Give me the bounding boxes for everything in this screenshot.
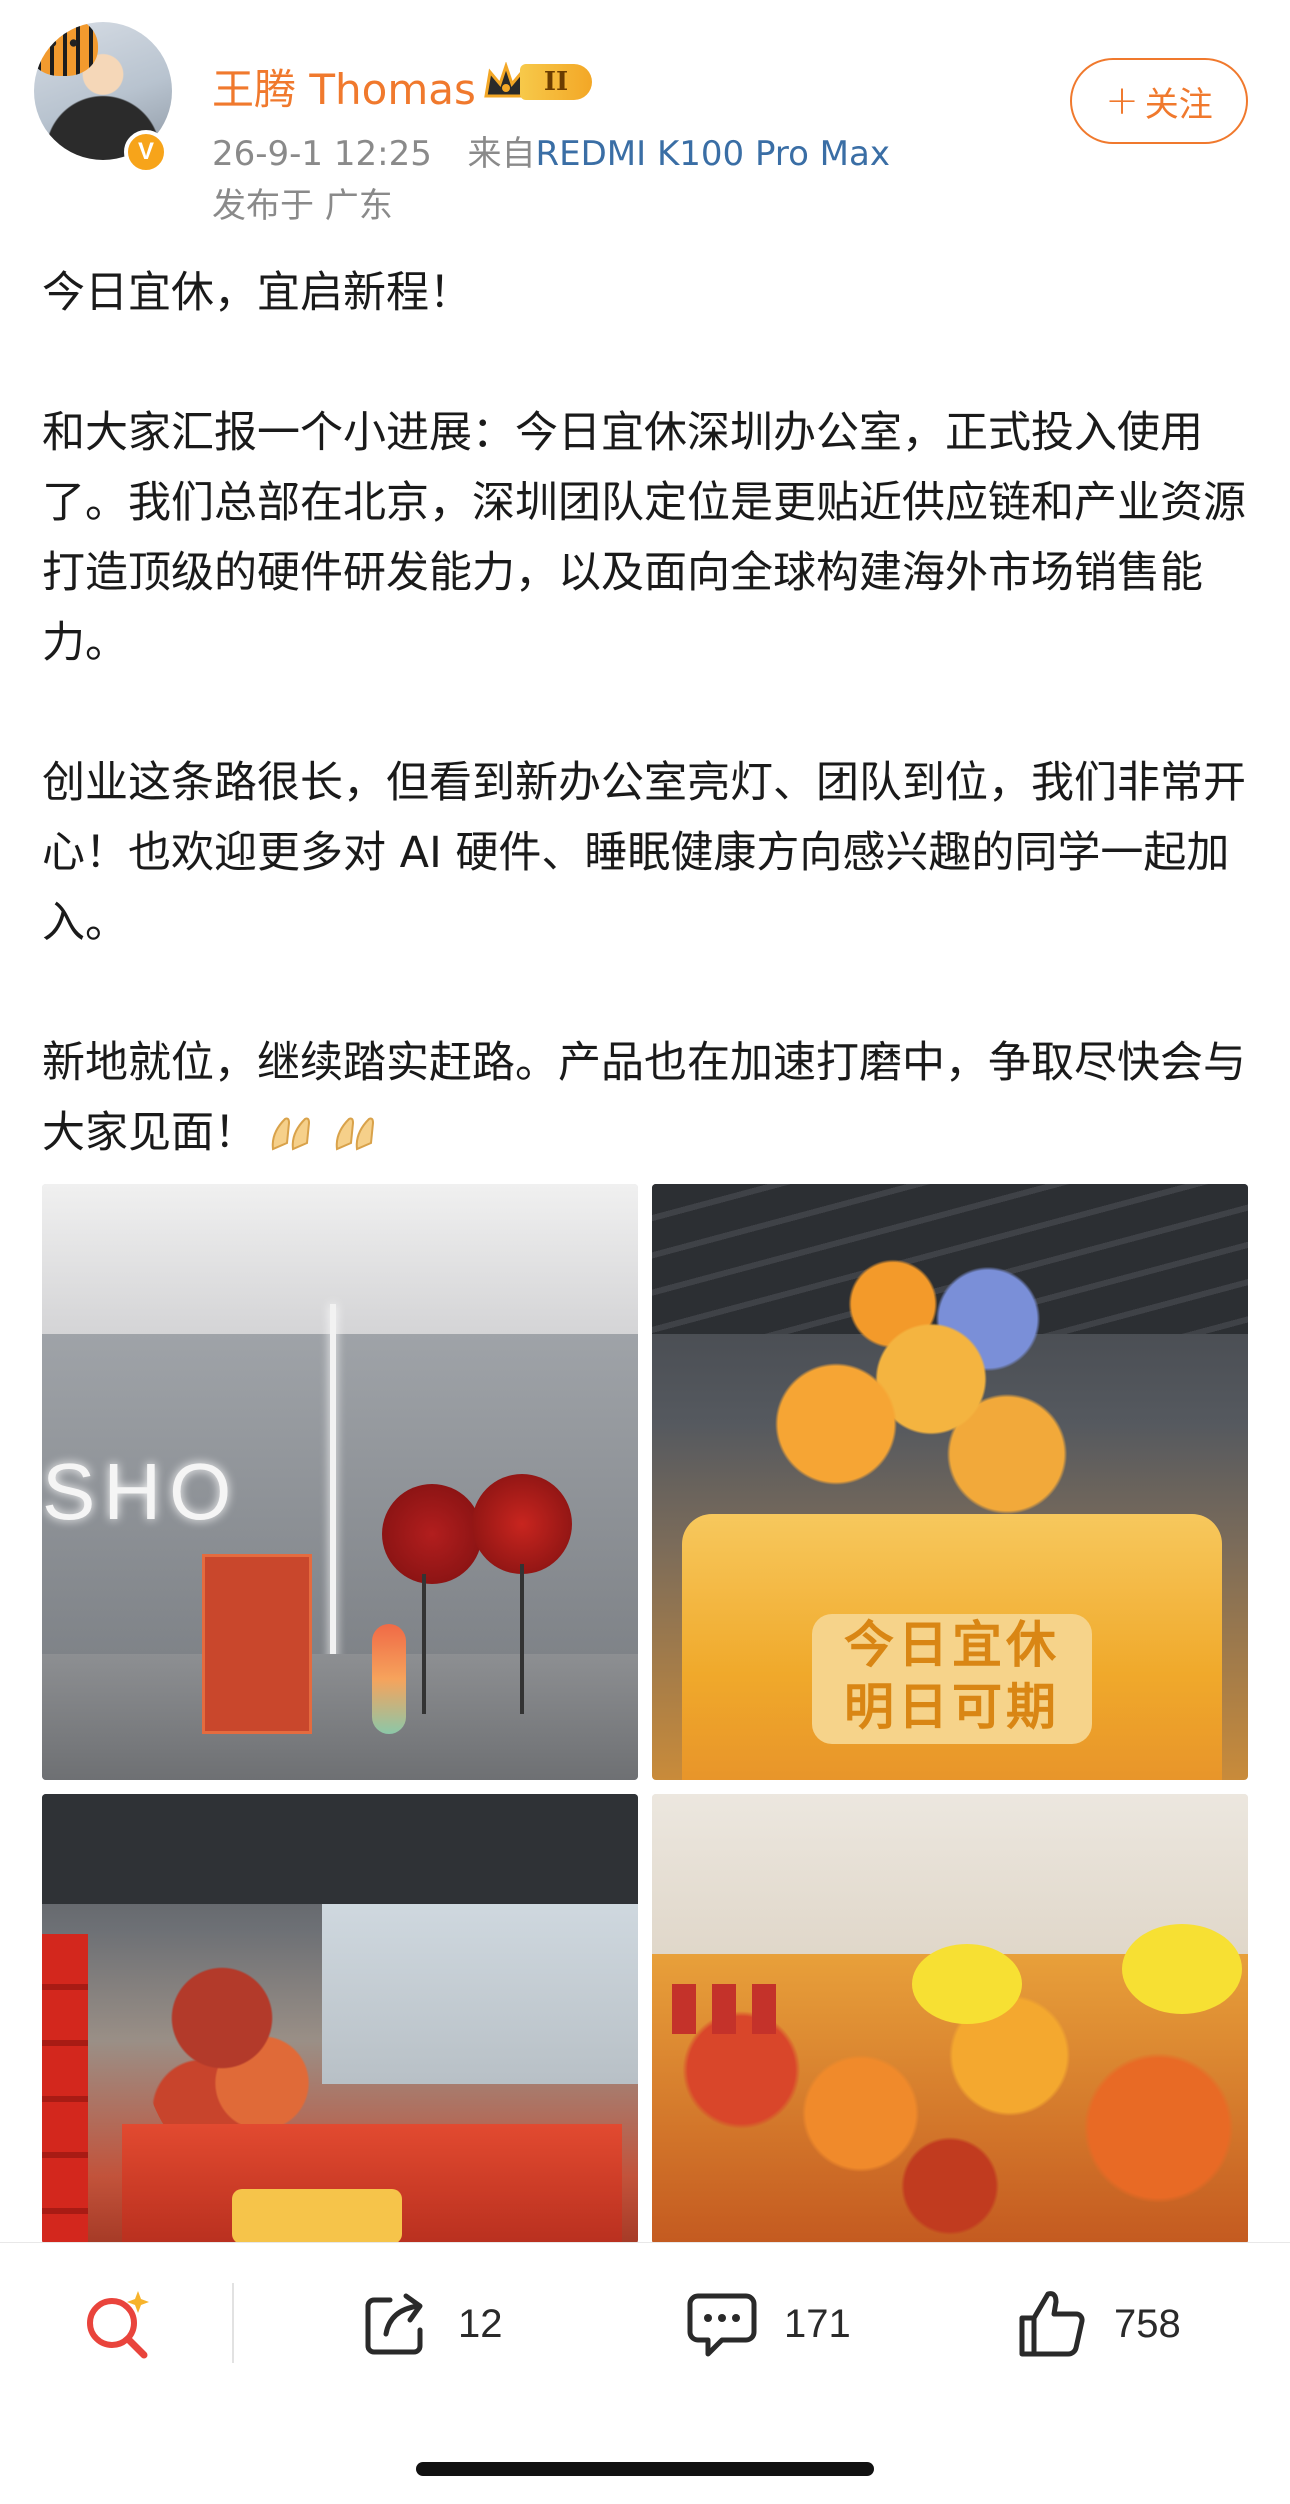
post-paragraph: 和大家汇报一个小进展：今日宜休深圳办公室，正式投入使用了。我们总部在北京，深圳团…	[42, 408, 1246, 668]
vip-badge[interactable]: II	[482, 58, 596, 104]
like-button[interactable]: 758	[1012, 2279, 1181, 2369]
share-button[interactable]: 12	[356, 2279, 503, 2369]
like-count: 758	[1114, 2301, 1181, 2346]
home-indicator[interactable]	[416, 2462, 874, 2476]
folded-hands-icon	[335, 1117, 375, 1151]
gift-boxes	[202, 1554, 312, 1734]
lion-dance-head	[912, 1944, 1022, 2024]
ai-search-icon[interactable]	[78, 2285, 158, 2365]
follow-button[interactable]: + 关注	[1070, 58, 1248, 144]
share-count: 12	[458, 2301, 503, 2346]
flower-basket	[472, 1474, 572, 1574]
wall-logo-text: SHO	[42, 1447, 240, 1536]
ceiling-light	[42, 1184, 638, 1334]
window	[322, 1904, 638, 2084]
plus-icon: +	[1105, 78, 1139, 124]
follow-label: 关注	[1144, 84, 1213, 125]
image-office-interior[interactable]	[42, 1794, 638, 2244]
device-link[interactable]: REDMI K100 Pro Max	[535, 134, 890, 174]
light-strip	[330, 1304, 336, 1684]
image-celebration-cake[interactable]: 今日宜休 明日可期	[652, 1184, 1248, 1780]
verified-badge-icon: V	[124, 130, 168, 174]
divider	[232, 2283, 234, 2363]
folded-hands-icon	[271, 1117, 311, 1151]
comment-icon	[687, 2293, 757, 2357]
greeting-cards	[672, 1984, 792, 2034]
post-paragraph: 新地就位，继续踏实赶路。产品也在加速打磨中，争取尽快会与大家见面！	[42, 1038, 1246, 1158]
username[interactable]: 王腾 Thomas	[212, 56, 476, 117]
tiger-hat-decoration	[34, 22, 98, 76]
image-office-entrance[interactable]: SHO	[42, 1184, 638, 1780]
banner	[232, 2189, 402, 2244]
share-icon	[365, 2293, 423, 2355]
post-paragraph-last: 新地就位，继续踏实赶路。产品也在加速打磨中，争取尽快会与大家见面！	[42, 1028, 1257, 1168]
action-bar: 12 171 758	[0, 2242, 1290, 2422]
drink-can-stack	[42, 1934, 88, 2244]
post-timestamp: 26-9-1 12:25	[212, 134, 432, 174]
flower-stand	[422, 1574, 426, 1714]
flower-basket	[382, 1484, 482, 1584]
cake-plaque-text: 今日宜休 明日可期	[812, 1614, 1092, 1744]
thumbs-up-icon	[1019, 2291, 1085, 2357]
comment-button[interactable]: 171	[682, 2279, 851, 2369]
image-grid: SHO 今日宜休 明日可期	[42, 1184, 1248, 2244]
balloon-column	[372, 1624, 406, 1734]
flower-stand	[520, 1564, 524, 1714]
floor	[42, 1654, 638, 1780]
flower-arrangement	[722, 1244, 1102, 1544]
post-meta: 26-9-1 12:25 来自REDMI K100 Pro Max	[212, 126, 890, 175]
comment-count: 171	[784, 2301, 851, 2346]
post-body: 今日宜休，宜启新程！ 和大家汇报一个小进展：今日宜休深圳办公室，正式投入使用了。…	[42, 258, 1257, 1168]
image-flower-baskets[interactable]	[652, 1794, 1248, 2244]
source-prefix: 来自	[467, 134, 536, 174]
post-header: V 王腾 Thomas II 26-9-1 12:25 来自REDMI K100…	[0, 0, 1290, 230]
post-paragraph: 创业这条路很长，但看到新办公室亮灯、团队到位，我们非常开心！也欢迎更多对 AI …	[42, 758, 1246, 948]
lion-dance-head	[1122, 1924, 1242, 2014]
post-paragraph: 今日宜休，宜启新程！	[42, 268, 472, 318]
post-location: 发布于 广东	[212, 186, 393, 226]
vip-level-label: II	[520, 64, 592, 100]
ceiling	[42, 1794, 638, 1904]
